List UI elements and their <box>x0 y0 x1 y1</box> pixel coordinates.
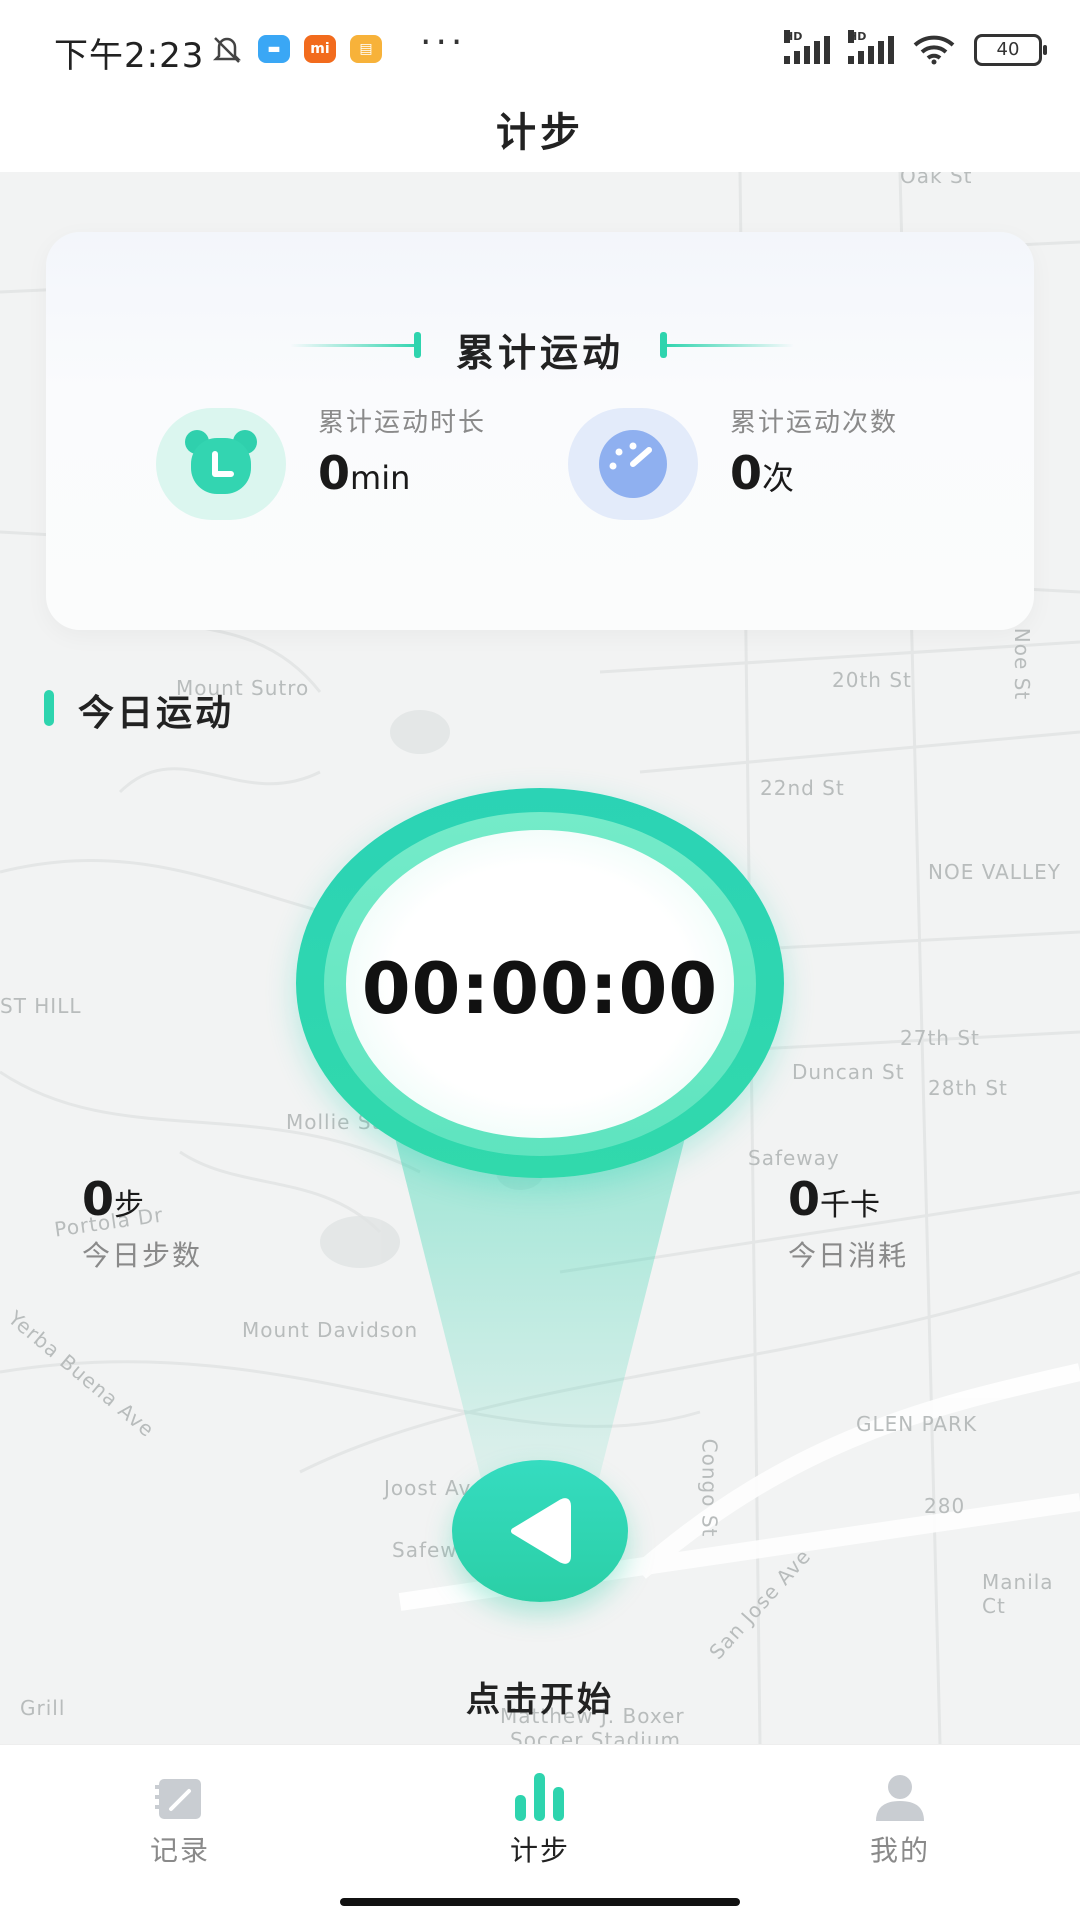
today-calories-unit: 千卡 <box>820 1188 881 1223</box>
today-steps-label: 今日步数 <box>82 1239 203 1272</box>
today-steps-number: 0 <box>82 1172 115 1226</box>
start-label[interactable]: 点击开始 <box>0 1672 1080 1721</box>
home-indicator[interactable] <box>340 1898 740 1906</box>
nav-label-record: 记录 <box>149 1834 210 1867</box>
today-calories-number: 0 <box>788 1172 821 1226</box>
timer-display: 00:00:00 <box>361 948 719 1030</box>
nav-item-steps[interactable]: 计步 <box>440 1767 640 1869</box>
today-steps-unit: 步 <box>114 1188 145 1223</box>
bottom-nav: 记录 计步 我的 <box>0 1744 1080 1921</box>
today-steps-value: 0步 <box>82 1172 202 1226</box>
nav-label-steps: 计步 <box>509 1834 570 1867</box>
nav-item-record[interactable]: 记录 <box>80 1767 280 1869</box>
start-button[interactable] <box>452 1460 628 1602</box>
record-icon <box>155 1779 201 1819</box>
today-calories-label: 今日消耗 <box>788 1239 909 1272</box>
nav-item-mine[interactable]: 我的 <box>800 1767 1000 1869</box>
bar-chart-icon <box>515 1773 564 1821</box>
today-calories-stat: 0千卡 今日消耗 <box>788 1172 908 1274</box>
user-icon <box>876 1775 924 1821</box>
play-icon <box>511 1498 571 1564</box>
today-calories-value: 0千卡 <box>788 1172 908 1226</box>
today-steps-stat: 0步 今日步数 <box>82 1172 202 1274</box>
nav-label-mine: 我的 <box>869 1834 930 1867</box>
